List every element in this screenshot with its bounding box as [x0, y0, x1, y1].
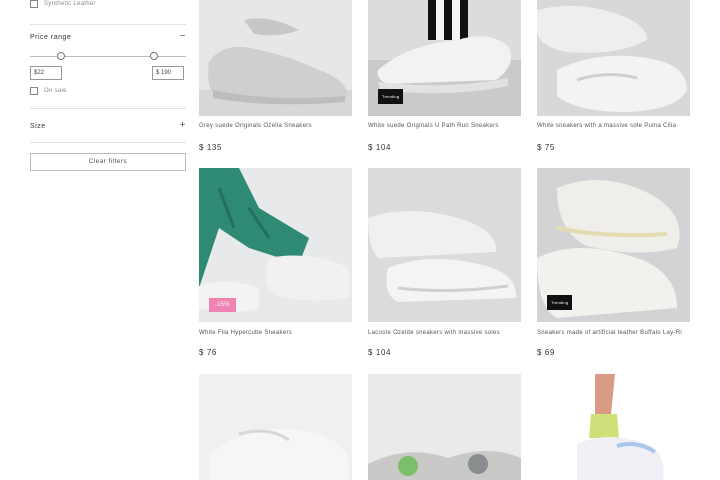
product-price: $ 75 [537, 143, 555, 152]
discount-badge: -15% [209, 298, 236, 312]
product-name[interactable]: White sneakers with a massive sole Puma … [537, 122, 690, 131]
product-image[interactable]: Trending [368, 0, 521, 116]
product-image[interactable]: -15% [199, 168, 352, 322]
product-image[interactable] [199, 374, 352, 480]
product-image[interactable]: Trending [537, 168, 690, 322]
size-label: Size [30, 122, 46, 130]
minus-icon[interactable]: − [180, 32, 186, 42]
min-price-value: $22 [34, 70, 45, 76]
price-range-label: Price range [30, 33, 72, 41]
product-name[interactable]: Lacoste Ozelite sneakers with massive so… [368, 329, 521, 338]
product-price: $ 135 [199, 143, 223, 152]
product-badge: Trending [547, 295, 573, 310]
divider [30, 24, 186, 25]
product-price: $ 69 [537, 348, 555, 357]
on-sale-label: On sale [44, 88, 67, 94]
product-name[interactable]: White suede Originals U Path Run Sneaker… [368, 122, 521, 131]
checkbox-icon[interactable] [30, 87, 38, 95]
max-price-input[interactable]: $ 190 [152, 66, 184, 80]
slider-track [30, 55, 186, 57]
product-name[interactable]: Sneakers made of artificial leather Buff… [537, 329, 690, 338]
divider [30, 108, 186, 109]
checkbox-icon[interactable] [30, 0, 38, 8]
on-sale-filter[interactable]: On sale [30, 87, 67, 95]
product-image[interactable] [368, 168, 521, 322]
product-price: $ 76 [199, 348, 217, 357]
synthetic-leather-filter[interactable]: Synthetic Leather [30, 0, 96, 8]
price-range-header[interactable]: Price range − [30, 32, 186, 42]
product-name[interactable]: White Fila Hypercube Sneakers [199, 329, 352, 338]
product-badge: Trending [378, 89, 404, 104]
plus-icon[interactable]: + [180, 121, 186, 131]
product-image[interactable] [537, 374, 690, 480]
product-image[interactable] [537, 0, 690, 116]
max-price-handle[interactable] [150, 52, 158, 60]
divider [30, 142, 186, 143]
synthetic-leather-label: Synthetic Leather [44, 1, 96, 7]
size-header[interactable]: Size + [30, 121, 186, 131]
product-name[interactable]: Grey suede Originals Ozelia Sneakers [199, 122, 352, 131]
product-price: $ 104 [368, 143, 392, 152]
clear-filters-button[interactable]: Clear filters [30, 153, 186, 171]
product-image[interactable] [199, 0, 352, 116]
max-price-value: $ 190 [156, 70, 172, 76]
min-price-handle[interactable] [57, 52, 65, 60]
product-image[interactable] [368, 374, 521, 480]
product-price: $ 104 [368, 348, 392, 357]
min-price-input[interactable]: $22 [30, 66, 62, 80]
price-range-slider[interactable] [30, 52, 186, 60]
